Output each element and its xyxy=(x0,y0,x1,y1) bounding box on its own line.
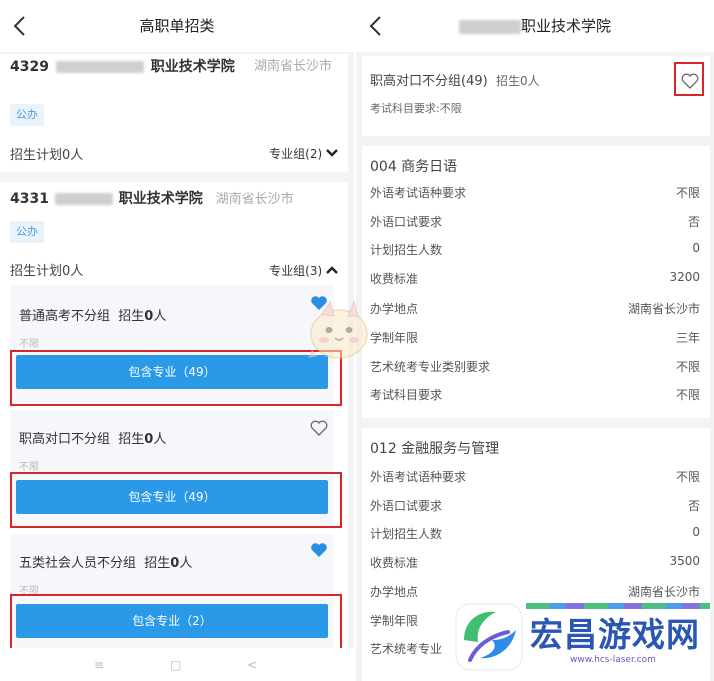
info-row: 办学地点 湖南省长沙市 xyxy=(370,302,700,316)
group-title: 职高对口不分组 招生0人 xyxy=(19,432,167,447)
major-title: 004 商务日语 xyxy=(370,159,458,175)
enroll-plan: 招生计划0人 xyxy=(10,264,84,279)
subject-requirement: 不限 xyxy=(19,339,39,350)
mascot-watermark-icon xyxy=(308,300,368,359)
major-title: 012 金融服务与管理 xyxy=(370,441,500,457)
group-toggle[interactable]: 专业组(2) xyxy=(269,145,338,162)
info-row: 外语考试语种要求 不限 xyxy=(370,186,700,200)
page-title: 高职单招类 xyxy=(139,17,215,35)
chevron-down-icon xyxy=(326,149,338,157)
major-card[interactable]: 004 商务日语 外语考试语种要求 不限 外语口试要求否 计划招生人数 0 收费标准… xyxy=(362,146,710,418)
heart-outline-icon[interactable] xyxy=(310,420,328,436)
redacted-text xyxy=(54,193,113,205)
school-card[interactable]: 4331 职业技术学院 湖南省长沙市 公办 招生计划0人 专业组(3) 普通高考… xyxy=(0,182,348,652)
group-title: 五类社会人员不分组 招生0人 xyxy=(19,556,193,571)
group-title: 普通高考不分组 招生0人 xyxy=(19,309,167,324)
info-row: 计划招生人数 0 xyxy=(370,241,700,257)
info-row: 办学地点 湖南省长沙市 xyxy=(370,585,700,599)
enroll-plan: 招生计划0人 xyxy=(10,148,84,163)
subject-requirement: 不限 xyxy=(19,462,39,473)
group-toggle[interactable]: 专业组(3) xyxy=(269,262,338,279)
home-icon[interactable]: □ xyxy=(170,658,181,672)
school-title: 4331 职业技术学院 湖南省长沙市 xyxy=(10,191,294,207)
page-title: 职业技术学院 xyxy=(356,15,714,36)
group-title: 职高对口不分组(49) 招生0人 xyxy=(370,74,540,89)
watermark-url: www.hcs-laser.com xyxy=(570,655,656,665)
status-badge: 公办 xyxy=(10,104,44,126)
watermark-text: 宏昌游戏网 xyxy=(530,615,700,654)
menu-icon[interactable]: ≡ xyxy=(94,658,104,672)
info-row: 收费标准 3500 xyxy=(370,554,700,570)
system-nav-bar: ≡ □ < xyxy=(0,648,354,681)
site-logo-icon xyxy=(455,603,523,671)
right-header: 职业技术学院 xyxy=(356,0,714,52)
info-row: 外语口试要求否 xyxy=(370,499,700,513)
school-location: 湖南省长沙市 xyxy=(254,59,333,74)
highlight-frame xyxy=(674,62,704,96)
heart-filled-icon[interactable] xyxy=(310,542,328,558)
info-row: 艺术统考专业类别要求 不限 xyxy=(370,360,700,374)
left-screen: 高职单招类 4329 职业技术学院 湖南省长沙市 公办 招生计划0人 专业组(2… xyxy=(0,0,354,681)
left-header: 高职单招类 xyxy=(0,0,354,52)
info-row: 考试科目要求 不限 xyxy=(370,388,700,402)
info-row: 计划招生人数 0 xyxy=(370,525,700,541)
info-row: 外语口试要求否 xyxy=(370,215,700,229)
info-row: 收费标准 3200 xyxy=(370,270,700,286)
highlight-frame xyxy=(10,472,342,528)
redacted-text xyxy=(55,61,144,73)
site-watermark: 宏昌游戏网 www.hcs-laser.com xyxy=(450,603,714,681)
chevron-up-icon xyxy=(326,266,338,274)
info-row: 学制年限 三年 xyxy=(370,331,700,345)
school-card[interactable]: 4329 职业技术学院 湖南省长沙市 公办 招生计划0人 专业组(2) xyxy=(0,54,348,172)
status-badge: 公办 xyxy=(10,221,44,243)
subject-requirement: 考试科目要求:不限 xyxy=(370,102,462,115)
school-title: 4329 职业技术学院 xyxy=(10,59,235,75)
highlight-frame xyxy=(10,350,342,406)
back-icon[interactable]: < xyxy=(247,658,257,672)
group-summary-card: 职高对口不分组(49) 招生0人 考试科目要求:不限 xyxy=(362,56,710,136)
school-location: 湖南省长沙市 xyxy=(215,192,294,207)
right-screen: 职业技术学院 职高对口不分组(49) 招生0人 考试科目要求:不限 004 商务… xyxy=(356,0,714,681)
highlight-frame xyxy=(10,594,342,650)
redacted-text xyxy=(458,19,521,34)
heart-outline-icon[interactable] xyxy=(681,73,699,89)
info-row: 外语考试语种要求 不限 xyxy=(370,470,700,484)
